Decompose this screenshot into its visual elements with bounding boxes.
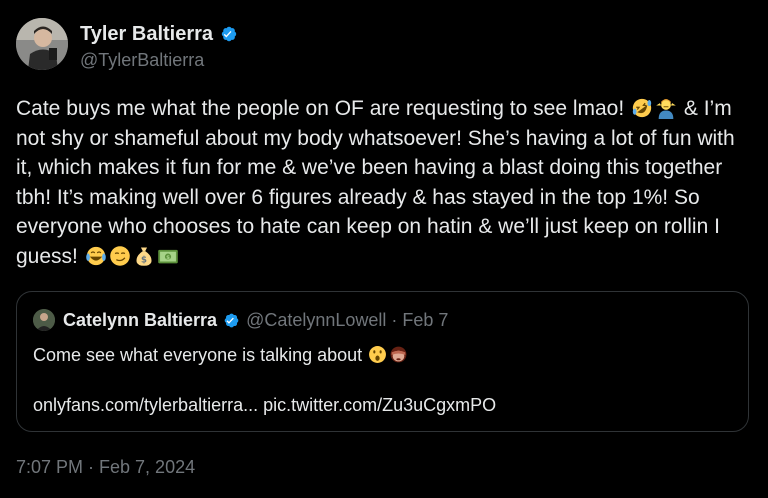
quote-verified-badge-icon [224,313,239,327]
dollar-banknote-emoji-icon: $ [157,249,178,263]
tweet-text: Cate buys me what the people on OF are r… [16,94,756,271]
quote-link[interactable]: onlyfans.com/tylerbaltierra... pic.twitt… [33,393,496,417]
quote-text: Come see what everyone is talking about [33,343,733,367]
quote-text-body: Come see what everyone is talking about [33,345,368,365]
author-avatar[interactable] [16,18,68,70]
money-bag-emoji-icon: $ [136,246,152,266]
see-no-evil-monkey-emoji-icon [390,346,407,363]
author-name-row[interactable]: Tyler Baltierra [80,22,239,46]
author-name[interactable]: Tyler Baltierra [80,22,213,46]
tweet-text-part1: Cate buys me what the people on OF are r… [16,97,631,120]
svg-text:$: $ [141,255,147,265]
tweet-timestamp[interactable]: 7:07 PM · Feb 7, 2024 [16,456,195,478]
joy-emoji-icon [85,246,106,265]
smirk-emoji-icon [109,245,130,266]
hushed-face-emoji-icon [369,346,387,363]
person-shrugging-emoji-icon [656,99,676,119]
quote-date[interactable]: Feb 7 [402,309,448,331]
svg-text:$: $ [166,255,170,261]
quoted-tweet[interactable]: Catelynn Baltierra @CatelynnLowell · Feb… [16,291,749,432]
verified-badge-icon [221,26,237,42]
tweet-card: Tyler Baltierra @TylerBaltierra Cate buy… [0,0,768,498]
quote-author-handle[interactable]: @CatelynnLowell [246,309,386,331]
tweet-text-part2: & I’m not shy or shameful about my body … [16,97,741,268]
quote-header: Catelynn Baltierra @CatelynnLowell · Feb… [63,309,448,331]
quote-author-name[interactable]: Catelynn Baltierra [63,309,217,331]
quote-separator: · [391,310,398,330]
quote-author-avatar[interactable] [33,309,55,331]
rofl-emoji-icon [632,98,652,118]
author-handle[interactable]: @TylerBaltierra [80,49,204,71]
